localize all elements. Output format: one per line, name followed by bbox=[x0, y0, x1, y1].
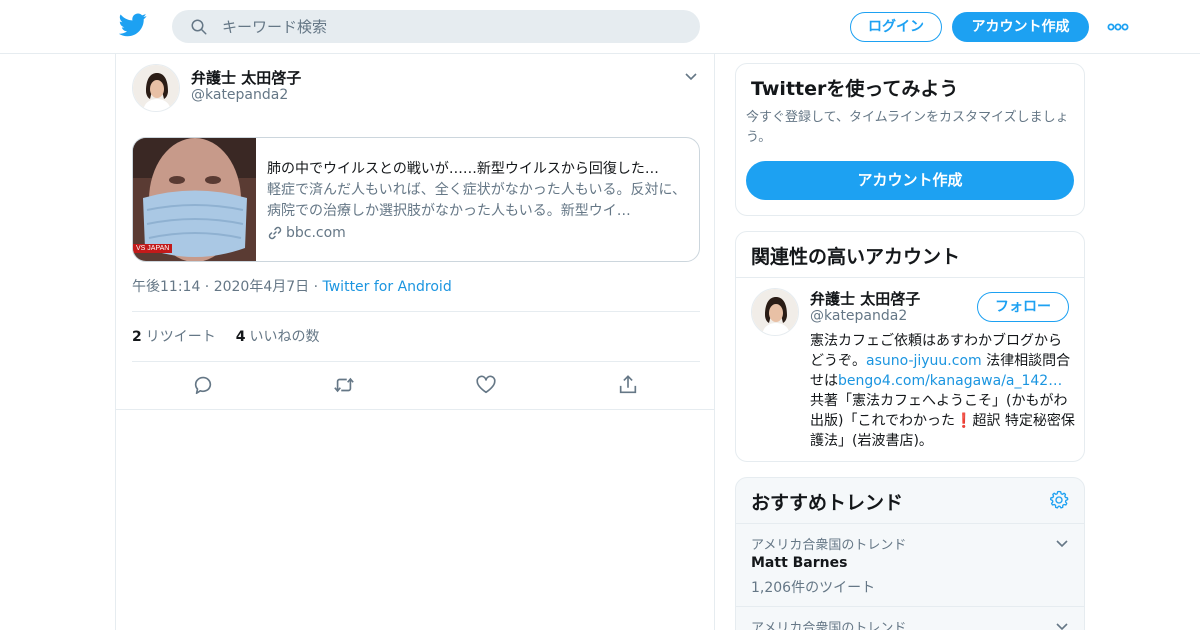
search-input[interactable] bbox=[222, 10, 682, 43]
trend-name[interactable]: Matt Barnes bbox=[751, 555, 847, 571]
related-account-avatar[interactable] bbox=[751, 288, 799, 336]
chevron-down-icon[interactable] bbox=[1054, 535, 1070, 551]
signup-prompt-description: 今すぐ登録して、タイムラインをカスタマイズしましょう。 bbox=[746, 110, 1069, 145]
trend-context: アメリカ合衆国のトレンド bbox=[751, 538, 907, 553]
tweet-metadata: 午後11:14 · 2020年4月7日 · Twitter for Androi… bbox=[132, 276, 452, 296]
like-stat[interactable]: 4 いいねの数 bbox=[236, 326, 320, 346]
card-thumbnail-label: VS JAPAN bbox=[133, 244, 173, 253]
retweet-stat-label: リツイート bbox=[145, 329, 216, 345]
link-icon bbox=[268, 226, 282, 240]
like-stat-label: いいねの数 bbox=[249, 329, 320, 345]
twitter-bird-logo-icon[interactable] bbox=[119, 13, 147, 37]
author-avatar[interactable] bbox=[132, 64, 180, 112]
link-preview-card[interactable]: VS JAPAN 肺の中でウイルスとの戦いが……新型ウイルスから回復した… 軽症… bbox=[132, 137, 700, 262]
sidebar-signup-button[interactable]: アカウント作成 bbox=[746, 161, 1074, 200]
tweet-timestamp[interactable]: 午後11:14 · 2020年4月7日 · bbox=[132, 279, 318, 295]
card-domain: bbc.com bbox=[286, 225, 346, 241]
card-title: 肺の中でウイルスとの戦いが……新型ウイルスから回復した… bbox=[267, 161, 659, 177]
related-account-bio: 憲法カフェご依頼はあすわかブログからどうぞ。asuno-jiyuu.com 法律… bbox=[810, 331, 1075, 451]
chevron-down-icon[interactable] bbox=[1054, 618, 1070, 630]
login-button[interactable]: ログイン bbox=[850, 12, 942, 42]
trends-title: おすすめトレンド bbox=[751, 492, 904, 514]
related-account-handle[interactable]: @katepanda2 bbox=[810, 308, 907, 324]
chevron-down-icon[interactable] bbox=[683, 68, 699, 84]
tweet-detail-column: 弁護士 太田啓子 @katepanda2 VS JAPAN 肺の中でウイルスとの… bbox=[115, 54, 715, 630]
related-accounts-panel: 関連性の高いアカウント 弁護士 太田啓子 @katepanda2 フォロー 憲法… bbox=[735, 231, 1085, 462]
reply-icon[interactable] bbox=[192, 374, 214, 396]
more-options-icon[interactable] bbox=[1107, 22, 1129, 32]
signup-prompt-title: Twitterを使ってみよう bbox=[751, 78, 959, 100]
signup-prompt-panel: Twitterを使ってみよう 今すぐ登録して、タイムラインをカスタマイズしましょ… bbox=[735, 63, 1085, 216]
retweet-icon[interactable] bbox=[333, 374, 355, 396]
tweet-source-link[interactable]: Twitter for Android bbox=[323, 279, 452, 295]
trend-context: アメリカ合衆国のトレンド bbox=[751, 621, 907, 630]
divider bbox=[736, 277, 1084, 278]
tweet-stats: 2 リツイート 4 いいねの数 bbox=[132, 326, 320, 346]
like-count: 4 bbox=[235, 329, 246, 345]
exclamation-emoji-icon: ❗ bbox=[955, 413, 973, 429]
divider bbox=[736, 523, 1084, 524]
tweet-action-bar bbox=[116, 362, 714, 410]
bio-link-bengo4[interactable]: bengo4.com/kanagawa/a_142… bbox=[838, 373, 1062, 389]
author-handle[interactable]: @katepanda2 bbox=[191, 87, 288, 103]
search-bar bbox=[172, 10, 700, 43]
follow-button[interactable]: フォロー bbox=[977, 292, 1069, 322]
divider bbox=[736, 606, 1084, 607]
avatar-portrait-icon bbox=[752, 289, 798, 335]
bio-link-blog[interactable]: asuno-jiyuu.com bbox=[866, 353, 982, 369]
trend-tweet-count: 1,206件のツイート bbox=[751, 580, 876, 596]
card-thumbnail: VS JAPAN bbox=[133, 138, 256, 261]
related-accounts-title: 関連性の高いアカウント bbox=[751, 246, 961, 268]
share-icon[interactable] bbox=[617, 374, 639, 396]
divider bbox=[132, 311, 700, 312]
signup-button[interactable]: アカウント作成 bbox=[952, 12, 1089, 42]
retweet-count: 2 bbox=[132, 329, 142, 345]
avatar-portrait-icon bbox=[133, 65, 179, 111]
author-name[interactable]: 弁護士 太田啓子 bbox=[191, 67, 301, 88]
trends-panel: おすすめトレンド アメリカ合衆国のトレンド Matt Barnes 1,206件… bbox=[735, 477, 1085, 630]
card-description: 軽症で済んだ人もいれば、全く症状がなかった人もいる。反対に、病院での治療しか選択… bbox=[267, 182, 687, 219]
retweet-stat[interactable]: 2 リツイート bbox=[132, 326, 216, 346]
search-icon bbox=[191, 19, 207, 35]
like-heart-icon[interactable] bbox=[475, 374, 497, 396]
gear-icon[interactable] bbox=[1049, 490, 1069, 510]
top-navigation-bar: ログイン アカウント作成 bbox=[0, 0, 1200, 54]
card-domain-row: bbc.com bbox=[267, 223, 346, 243]
related-account-name[interactable]: 弁護士 太田啓子 bbox=[810, 288, 920, 309]
